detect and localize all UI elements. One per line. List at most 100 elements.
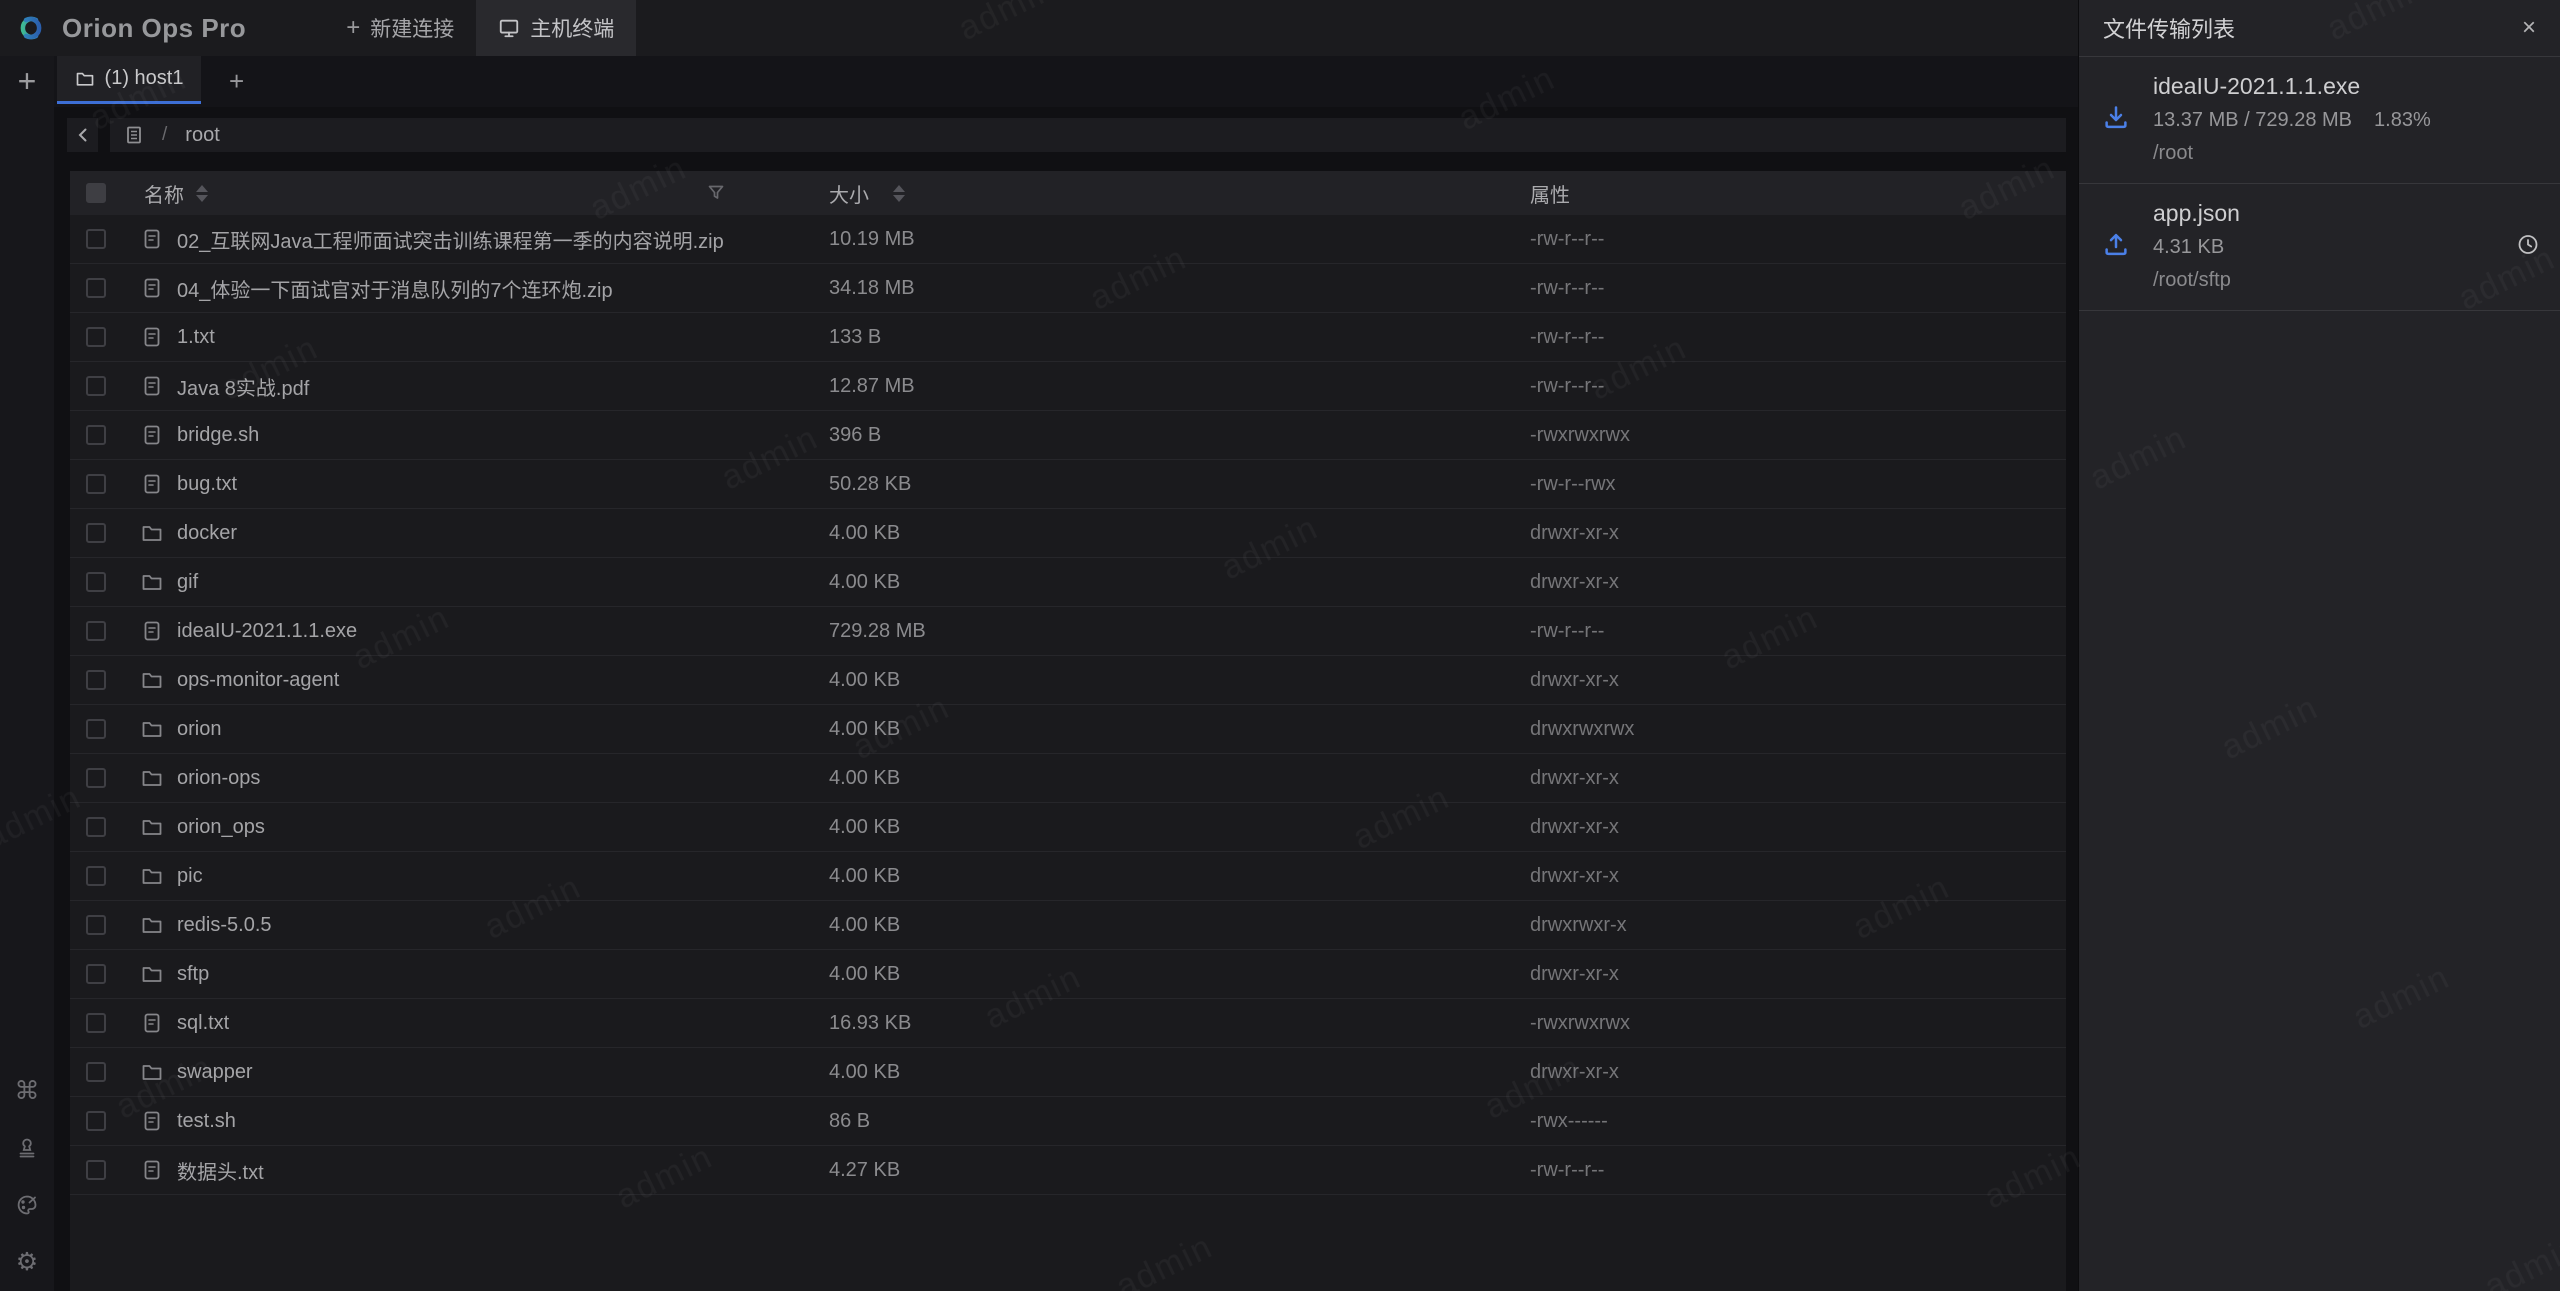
table-row[interactable]: ideaIU-2021.1.1.exe 729.28 MB -rw-r--r-- [70, 607, 2066, 656]
row-checkbox[interactable] [86, 1062, 106, 1082]
row-checkbox[interactable] [86, 915, 106, 935]
back-button[interactable] [67, 118, 98, 152]
file-permissions: drwxr-xr-x [1460, 767, 2066, 790]
table-row[interactable]: docker 4.00 KB drwxr-xr-x [70, 509, 2066, 558]
file-type-icon [140, 227, 164, 251]
file-size: 4.00 KB [763, 718, 1460, 741]
row-checkbox[interactable] [86, 425, 106, 445]
host-terminal-tab[interactable]: 主机终端 [476, 0, 636, 56]
table-row[interactable]: Java 8实战.pdf 12.87 MB -rw-r--r-- [70, 362, 2066, 411]
pending-clock-icon[interactable] [2516, 233, 2540, 262]
table-row[interactable]: orion-ops 4.00 KB drwxr-xr-x [70, 754, 2066, 803]
table-row[interactable]: swapper 4.00 KB drwxr-xr-x [70, 1048, 2066, 1097]
row-checkbox[interactable] [86, 768, 106, 788]
file-permissions: drwxrwxr-x [1460, 914, 2066, 937]
monitor-icon [498, 17, 520, 39]
transfer-item-download[interactable]: ideaIU-2021.1.1.exe 13.37 MB / 729.28 MB… [2079, 57, 2560, 184]
file-type-icon [140, 766, 164, 790]
file-type-icon [140, 913, 164, 937]
table-row[interactable]: ops-monitor-agent 4.00 KB drwxr-xr-x [70, 656, 2066, 705]
command-icon[interactable]: ⌘ [14, 1078, 40, 1104]
list-icon[interactable] [124, 125, 144, 145]
table-row[interactable]: gif 4.00 KB drwxr-xr-x [70, 558, 2066, 607]
file-type-icon [140, 962, 164, 986]
row-checkbox[interactable] [86, 523, 106, 543]
breadcrumb: / root [110, 118, 2066, 152]
column-header-name[interactable]: 名称 [144, 179, 184, 208]
select-all-checkbox[interactable] [86, 183, 106, 203]
file-permissions: drwxr-xr-x [1460, 865, 2066, 888]
file-name: ideaIU-2021.1.1.exe [177, 620, 357, 643]
row-checkbox[interactable] [86, 327, 106, 347]
table-row[interactable]: orion_ops 4.00 KB drwxr-xr-x [70, 803, 2066, 852]
table-row[interactable]: sftp 4.00 KB drwxr-xr-x [70, 950, 2066, 999]
file-type-icon [140, 276, 164, 300]
table-row[interactable]: sql.txt 16.93 KB -rwxrwxrwx [70, 999, 2066, 1048]
filter-icon[interactable] [707, 184, 725, 202]
file-permissions: -rwxrwxrwx [1460, 1012, 2066, 1035]
row-checkbox[interactable] [86, 621, 106, 641]
row-checkbox[interactable] [86, 866, 106, 886]
row-checkbox[interactable] [86, 719, 106, 739]
file-name: 1.txt [177, 326, 215, 349]
plus-icon: + [346, 14, 360, 42]
file-type-icon [140, 815, 164, 839]
transfer-item-upload[interactable]: app.json 4.31 KB /root/sftp [2079, 184, 2560, 311]
table-row[interactable]: test.sh 86 B -rwx------ [70, 1097, 2066, 1146]
app-title: Orion Ops Pro [62, 13, 246, 44]
row-checkbox[interactable] [86, 572, 106, 592]
row-checkbox[interactable] [86, 1013, 106, 1033]
file-permissions: drwxrwxrwx [1460, 718, 2066, 741]
file-permissions: drwxr-xr-x [1460, 816, 2066, 839]
row-checkbox[interactable] [86, 474, 106, 494]
settings-gear-icon[interactable]: ⚙ [14, 1249, 40, 1275]
table-row[interactable]: orion 4.00 KB drwxrwxrwx [70, 705, 2066, 754]
table-row[interactable]: 数据头.txt 4.27 KB -rw-r--r-- [70, 1146, 2066, 1195]
row-checkbox[interactable] [86, 376, 106, 396]
row-checkbox[interactable] [86, 817, 106, 837]
row-checkbox[interactable] [86, 229, 106, 249]
file-type-icon [140, 1109, 164, 1133]
close-icon[interactable]: × [2522, 16, 2536, 40]
row-checkbox[interactable] [86, 1111, 106, 1131]
palette-icon[interactable] [14, 1192, 40, 1218]
file-permissions: -rw-r--rwx [1460, 473, 2066, 496]
file-permissions: -rw-r--r-- [1460, 277, 2066, 300]
table-row[interactable]: 1.txt 133 B -rw-r--r-- [70, 313, 2066, 362]
stamp-icon[interactable] [14, 1135, 40, 1161]
file-type-icon [140, 570, 164, 594]
row-checkbox[interactable] [86, 278, 106, 298]
row-checkbox[interactable] [86, 670, 106, 690]
sort-size-control[interactable] [893, 185, 905, 202]
file-type-icon [140, 521, 164, 545]
table-row[interactable]: bridge.sh 396 B -rwxrwxrwx [70, 411, 2066, 460]
table-row[interactable]: 02_互联网Java工程师面试突击训练课程第一季的内容说明.zip 10.19 … [70, 215, 2066, 264]
row-checkbox[interactable] [86, 964, 106, 984]
row-checkbox[interactable] [86, 1160, 106, 1180]
new-tab-button[interactable]: + [229, 66, 244, 97]
table-row[interactable]: redis-5.0.5 4.00 KB drwxrwxr-x [70, 901, 2066, 950]
file-name: 02_互联网Java工程师面试突击训练课程第一季的内容说明.zip [177, 225, 724, 254]
table-row[interactable]: 04_体验一下面试官对于消息队列的7个连环炮.zip 34.18 MB -rw-… [70, 264, 2066, 313]
file-size: 10.19 MB [763, 228, 1460, 251]
breadcrumb-current[interactable]: root [185, 124, 219, 147]
column-header-size[interactable]: 大小 [829, 179, 869, 208]
file-permissions: drwxr-xr-x [1460, 522, 2066, 545]
sidebar-add-connection-button[interactable]: + [18, 64, 37, 98]
file-permissions: -rwxrwxrwx [1460, 424, 2066, 447]
sort-name-control[interactable] [196, 185, 208, 202]
file-name: pic [177, 865, 203, 888]
file-size: 86 B [763, 1110, 1460, 1133]
file-size: 4.00 KB [763, 963, 1460, 986]
tab-host1[interactable]: (1) host1 [57, 56, 201, 104]
table-row[interactable]: pic 4.00 KB drwxr-xr-x [70, 852, 2066, 901]
transfer-panel-title: 文件传输列表 [2103, 12, 2235, 44]
folder-tab-icon [75, 69, 95, 89]
new-connection-button[interactable]: + 新建连接 [324, 0, 476, 56]
app-root: Orion Ops Pro + 新建连接 主机终端 + ⌘ [0, 0, 2560, 1291]
file-type-icon [140, 374, 164, 398]
transfer-path: /root [2153, 142, 2490, 165]
table-row[interactable]: bug.txt 50.28 KB -rw-r--rwx [70, 460, 2066, 509]
transfer-file-name: app.json [2153, 200, 2490, 227]
file-size: 4.00 KB [763, 1061, 1460, 1084]
